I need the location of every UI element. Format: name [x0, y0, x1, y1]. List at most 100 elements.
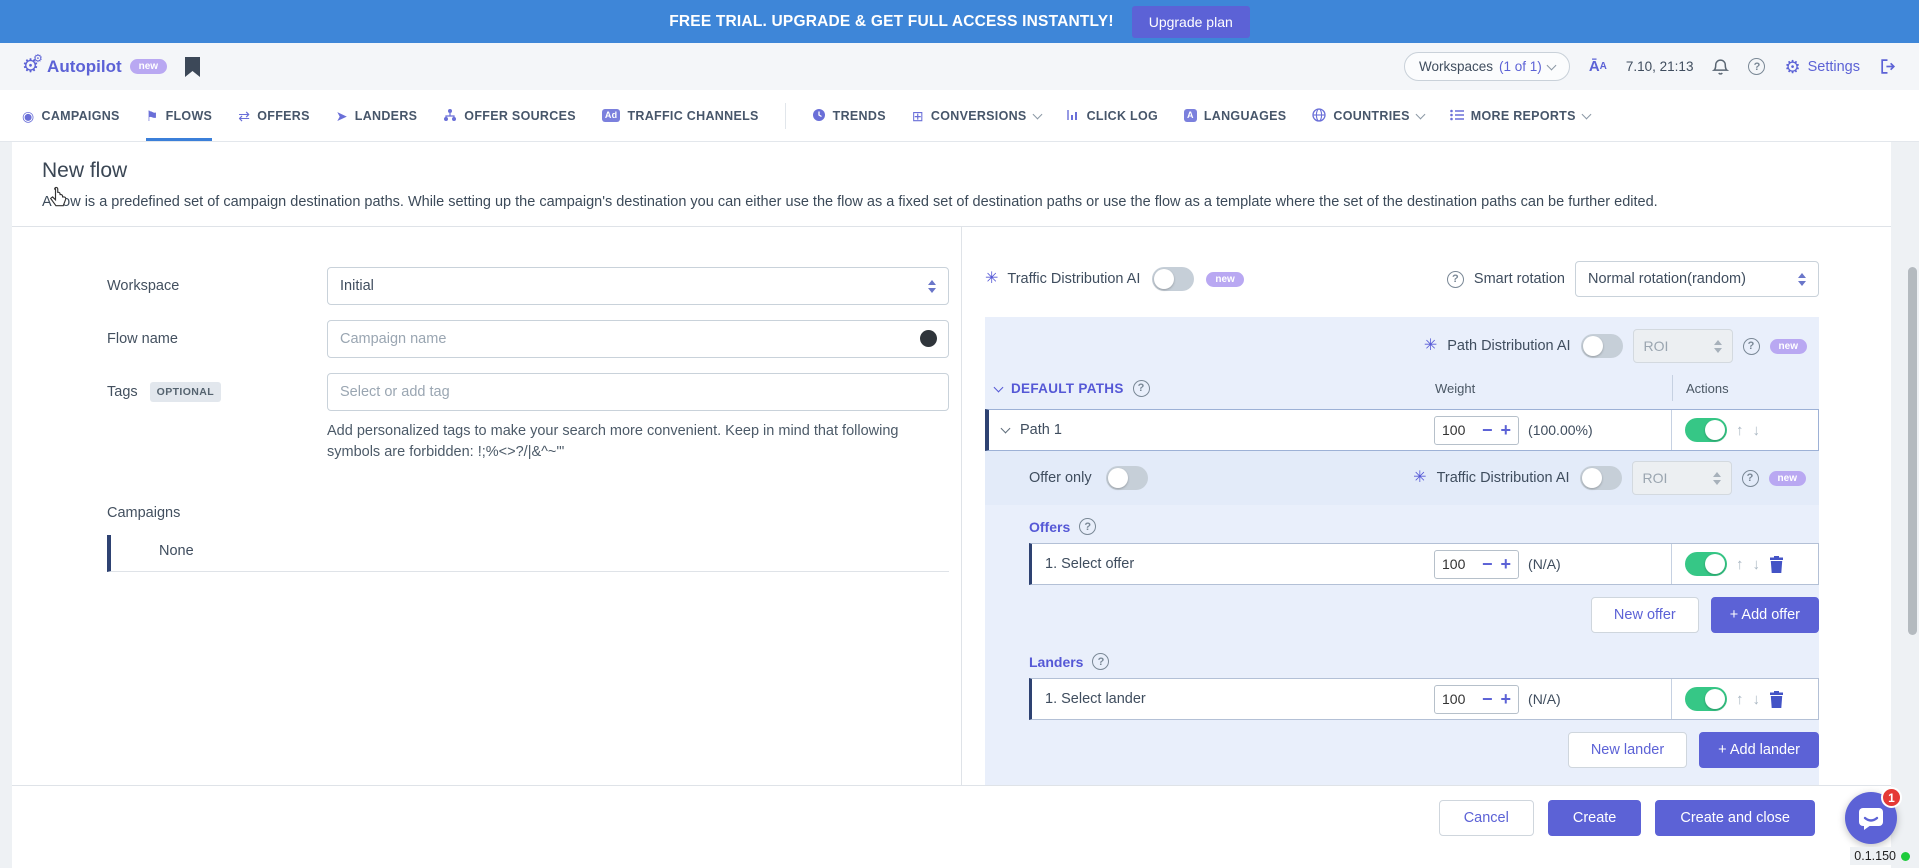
move-down-icon[interactable]: ↓: [1753, 692, 1761, 707]
default-paths-help-icon[interactable]: ?: [1133, 380, 1150, 397]
offers-help-icon[interactable]: ?: [1079, 518, 1096, 535]
select-stepper-icon: [1798, 273, 1806, 286]
tdai-new-badge: new: [1206, 272, 1243, 287]
offer-only-toggle[interactable]: [1106, 466, 1148, 490]
pdai-metric-select[interactable]: ROI: [1633, 329, 1733, 363]
move-up-icon[interactable]: ↑: [1736, 423, 1744, 438]
workspace-select[interactable]: Initial: [327, 267, 949, 305]
cancel-button[interactable]: Cancel: [1439, 800, 1534, 836]
translate-icon[interactable]: ĀA: [1589, 58, 1607, 75]
new-lander-button[interactable]: New lander: [1568, 732, 1687, 768]
lander-weight-percent: (N/A): [1528, 691, 1561, 707]
nav-trends[interactable]: TRENDS: [812, 90, 886, 141]
tags-input[interactable]: [327, 373, 949, 411]
move-down-icon[interactable]: ↓: [1753, 423, 1761, 438]
tdai-toggle[interactable]: [1152, 267, 1194, 291]
move-down-icon[interactable]: ↓: [1753, 557, 1761, 572]
weight-plus-button[interactable]: +: [1501, 555, 1512, 573]
select-stepper-icon: [1714, 340, 1722, 353]
offer-weight-input[interactable]: [1442, 556, 1474, 572]
nav-languages[interactable]: A LANGUAGES: [1184, 90, 1286, 141]
path-tdai-toggle[interactable]: [1580, 466, 1622, 490]
campaigns-icon: ◉: [22, 109, 35, 123]
logout-icon[interactable]: [1879, 58, 1897, 75]
new-offer-button[interactable]: New offer: [1591, 597, 1699, 633]
chevron-down-icon: [1581, 109, 1591, 119]
nav-offers[interactable]: ⇄ OFFERS: [238, 90, 310, 141]
click-log-chart-icon: [1067, 108, 1080, 123]
campaigns-section: Campaigns None: [107, 505, 949, 572]
autopilot-gears-icon: ⚙⚙: [22, 57, 39, 76]
smart-rotation-help-icon[interactable]: ?: [1447, 271, 1464, 288]
create-button[interactable]: Create: [1548, 800, 1642, 836]
version-indicator: 0.1.150: [1850, 847, 1914, 865]
nav-landers[interactable]: ➤ LANDERS: [336, 90, 418, 141]
smart-rotation-select[interactable]: Normal rotation(random): [1575, 261, 1819, 297]
weight-minus-button[interactable]: −: [1482, 690, 1493, 708]
content-columns: Workspace Initial Flow name Tags: [12, 226, 1891, 785]
tags-row: Tags OPTIONAL Add personalized tags to m…: [107, 373, 949, 463]
add-lander-button[interactable]: + Add lander: [1699, 732, 1819, 768]
offer-only-row: Offer only ✳ Traffic Distribution AI ROI…: [985, 451, 1819, 505]
weight-plus-button[interactable]: +: [1501, 421, 1512, 439]
nav-offer-sources[interactable]: OFFER SOURCES: [443, 90, 576, 141]
lander-weight-input[interactable]: [1442, 691, 1474, 707]
lander-buttons: New lander + Add lander: [985, 732, 1819, 768]
landers-section-header: Landers ?: [985, 635, 1819, 678]
lander-select-label[interactable]: 1. Select lander: [1045, 691, 1146, 707]
delete-lander-trash-icon[interactable]: [1769, 691, 1784, 708]
weight-minus-button[interactable]: −: [1482, 555, 1493, 573]
move-up-icon[interactable]: ↑: [1736, 557, 1744, 572]
settings-label[interactable]: Settings: [1808, 59, 1860, 75]
select-stepper-icon: [928, 280, 936, 293]
brand[interactable]: ⚙⚙ Autopilot new: [22, 57, 167, 77]
flow-color-dot[interactable]: [920, 330, 937, 347]
upgrade-plan-button[interactable]: Upgrade plan: [1132, 6, 1250, 38]
create-and-close-button[interactable]: Create and close: [1655, 800, 1815, 836]
weight-minus-button[interactable]: −: [1482, 421, 1493, 439]
path-weight-input[interactable]: [1442, 422, 1474, 438]
nav-traffic-channels[interactable]: Ad TRAFFIC CHANNELS: [602, 90, 759, 141]
workspaces-selector[interactable]: Workspaces (1 of 1): [1404, 52, 1570, 81]
default-paths-box: ✳ Path Distribution AI ROI ? new DEFAULT…: [985, 317, 1819, 785]
weight-plus-button[interactable]: +: [1501, 690, 1512, 708]
offers-section-header: Offers ?: [985, 505, 1819, 543]
nav-flows[interactable]: ⚑ FLOWS: [146, 90, 213, 141]
pdai-help-icon[interactable]: ?: [1743, 338, 1760, 355]
nav-countries[interactable]: COUNTRIES: [1312, 90, 1423, 141]
main-nav: ◉ CAMPAIGNS ⚑ FLOWS ⇄ OFFERS ➤ LANDERS O…: [0, 90, 1919, 142]
notifications-bell-icon[interactable]: [1712, 58, 1729, 76]
flow-name-input[interactable]: [327, 320, 949, 358]
workspaces-count: (1 of 1): [1499, 59, 1542, 74]
version-number: 0.1.150: [1854, 849, 1896, 863]
smart-rotation-label: Smart rotation: [1474, 271, 1565, 287]
path-tdai-new-badge: new: [1769, 471, 1806, 486]
path-tdai-metric-select[interactable]: ROI: [1632, 461, 1732, 495]
landers-help-icon[interactable]: ?: [1092, 653, 1109, 670]
add-offer-button[interactable]: + Add offer: [1711, 597, 1819, 633]
paths-panel: ✳ Traffic Distribution AI new ? Smart ro…: [962, 227, 1891, 785]
lander-row: 1. Select lander − + (N/A) ↑ ↓: [1029, 678, 1819, 720]
countries-globe-icon: [1312, 108, 1326, 124]
lander-enabled-toggle[interactable]: [1685, 687, 1727, 711]
delete-offer-trash-icon[interactable]: [1769, 556, 1784, 573]
help-icon[interactable]: ?: [1748, 58, 1765, 75]
default-paths-title-group[interactable]: DEFAULT PATHS ?: [995, 380, 1150, 397]
path-tdai-help-icon[interactable]: ?: [1742, 470, 1759, 487]
offer-enabled-toggle[interactable]: [1685, 552, 1727, 576]
nav-campaigns[interactable]: ◉ CAMPAIGNS: [22, 90, 120, 141]
offer-select-label[interactable]: 1. Select offer: [1045, 556, 1134, 572]
nav-click-log[interactable]: CLICK LOG: [1067, 90, 1158, 141]
nav-more-reports[interactable]: MORE REPORTS: [1450, 90, 1590, 141]
chat-widget-button[interactable]: 1: [1845, 792, 1897, 844]
page-scrollbar[interactable]: [1908, 267, 1917, 635]
workspaces-label: Workspaces: [1419, 59, 1493, 74]
path-enabled-toggle[interactable]: [1685, 418, 1727, 442]
pdai-toggle[interactable]: [1581, 334, 1623, 358]
nav-conversions[interactable]: ⊞ CONVERSIONS: [912, 90, 1041, 141]
settings-gear-icon[interactable]: ⚙: [1784, 58, 1800, 76]
path-row[interactable]: Path 1 − + (100.00%) ↑ ↓: [985, 409, 1819, 451]
move-up-icon[interactable]: ↑: [1736, 692, 1744, 707]
bookmark-icon[interactable]: [185, 57, 200, 77]
workspace-label: Workspace: [107, 278, 327, 294]
